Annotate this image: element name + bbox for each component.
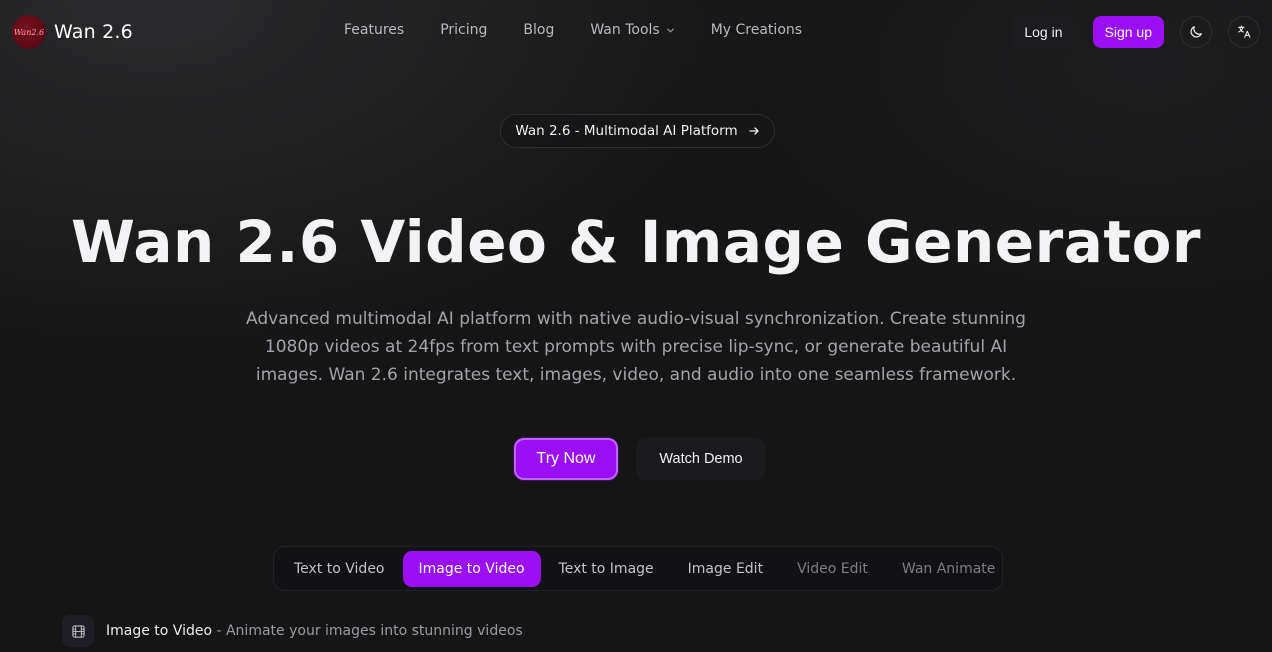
film-icon bbox=[71, 624, 85, 638]
translate-icon bbox=[1238, 25, 1251, 38]
logo-badge: Wan2.6 bbox=[12, 15, 46, 49]
auth-controls: Log in Sign up bbox=[1010, 16, 1260, 48]
section-header: Image to Video - Animate your images int… bbox=[62, 615, 523, 647]
tab-image-to-video[interactable]: Image to Video bbox=[402, 550, 541, 587]
hero-title: Wan 2.6 Video & Image Generator bbox=[70, 208, 1202, 276]
nav-pricing[interactable]: Pricing bbox=[440, 22, 487, 38]
tab-video-edit[interactable]: Video Edit bbox=[781, 551, 884, 587]
logo-text: Wan 2.6 bbox=[54, 21, 133, 43]
nav-features-label: Features bbox=[344, 22, 405, 38]
tab-text-to-video[interactable]: Text to Video bbox=[278, 551, 401, 587]
moon-icon bbox=[1190, 26, 1202, 38]
nav-my-creations-label: My Creations bbox=[710, 22, 803, 38]
section-description: - Animate your images into stunning vide… bbox=[212, 623, 523, 639]
nav-blog[interactable]: Blog bbox=[523, 22, 554, 38]
language-button[interactable] bbox=[1228, 16, 1260, 48]
try-now-button[interactable]: Try Now bbox=[514, 438, 618, 480]
nav-my-creations[interactable]: My Creations bbox=[711, 22, 802, 38]
chevron-down-icon bbox=[666, 28, 674, 33]
hero-subtitle: Advanced multimodal AI platform with nat… bbox=[246, 309, 1026, 385]
generator-tabs: Text to Video Image to Video Text to Ima… bbox=[273, 546, 1003, 591]
nav-wan-tools[interactable]: Wan Tools bbox=[590, 22, 674, 38]
login-button[interactable]: Log in bbox=[1010, 16, 1077, 48]
section-text: Image to Video - Animate your images int… bbox=[106, 623, 523, 639]
brand-logo[interactable]: Wan2.6 Wan 2.6 bbox=[12, 15, 133, 49]
arrow-right-icon bbox=[748, 127, 759, 135]
section-icon-wrap bbox=[62, 615, 94, 647]
nav-wan-tools-label: Wan Tools bbox=[590, 22, 660, 38]
tab-image-edit[interactable]: Image Edit bbox=[672, 551, 779, 587]
announcement-label: Wan 2.6 - Multimodal AI Platform bbox=[515, 123, 738, 139]
theme-toggle-button[interactable] bbox=[1180, 16, 1212, 48]
top-header: Wan2.6 Wan 2.6 Features Pricing Blog Wan… bbox=[0, 0, 1272, 64]
nav-pricing-label: Pricing bbox=[440, 22, 488, 38]
tab-wan-animate[interactable]: Wan Animate bbox=[886, 551, 1012, 587]
watch-demo-button[interactable]: Watch Demo bbox=[636, 438, 766, 480]
announcement-pill[interactable]: Wan 2.6 - Multimodal AI Platform bbox=[500, 114, 775, 148]
section-title: Image to Video bbox=[106, 623, 213, 639]
main-nav: Features Pricing Blog Wan Tools My Creat… bbox=[344, 22, 838, 38]
nav-features[interactable]: Features bbox=[344, 22, 404, 38]
tab-text-to-image[interactable]: Text to Image bbox=[543, 551, 670, 587]
nav-blog-label: Blog bbox=[523, 22, 555, 38]
hero-cta-group: Try Now Watch Demo bbox=[514, 438, 766, 480]
signup-button[interactable]: Sign up bbox=[1092, 16, 1164, 48]
